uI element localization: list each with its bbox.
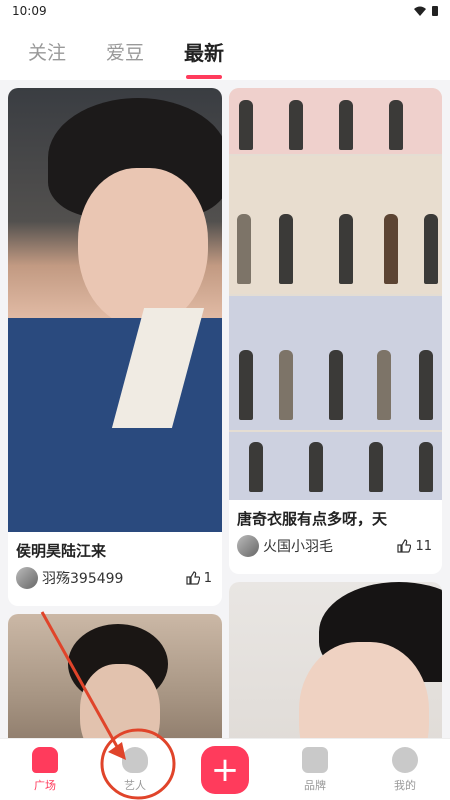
post-meta: 火国小羽毛 11: [229, 529, 442, 557]
outfit-figure: [339, 100, 353, 150]
like-button[interactable]: 11: [397, 539, 432, 554]
thumbs-up-icon: [397, 539, 412, 553]
nav-home[interactable]: 广场: [10, 746, 80, 793]
author-name: 羽殇395499: [42, 571, 124, 587]
like-count: 1: [203, 570, 212, 586]
outfit-figure: [419, 442, 433, 492]
outfit-figure: [419, 350, 433, 420]
outfit-figure: [289, 100, 303, 150]
bottom-nav: 广场 艺人 + 品牌 我的: [0, 738, 450, 800]
post-title[interactable]: 唐奇衣服有点多呀，天: [229, 500, 442, 529]
portrait-face: [78, 168, 208, 328]
fashion-band: [229, 88, 442, 154]
outfit-figure: [309, 442, 323, 492]
post-card[interactable]: 侯明昊陆江来 羽殇395499 1: [8, 88, 222, 606]
post-title[interactable]: 侯明昊陆江来: [8, 532, 222, 561]
outfit-figure: [279, 350, 293, 420]
outfit-figure: [389, 100, 403, 150]
post-meta: 羽殇395499 1: [8, 561, 222, 589]
feed: 侯明昊陆江来 羽殇395499 1 唐奇衣服有点多呀，天 火国小羽毛 11: [0, 86, 450, 738]
home-icon: [32, 746, 58, 773]
outfit-figure: [329, 350, 343, 420]
tab-idols[interactable]: 爱豆: [106, 31, 144, 71]
nav-post[interactable]: +: [190, 745, 260, 794]
nav-label: 广场: [34, 778, 56, 792]
outfit-figure: [239, 100, 253, 150]
fashion-band: [229, 156, 442, 294]
outfit-figure: [279, 214, 293, 284]
post-author[interactable]: 火国小羽毛: [237, 535, 333, 557]
post-card[interactable]: 唐奇衣服有点多呀，天 火国小羽毛 11: [229, 88, 442, 574]
post-image[interactable]: [229, 88, 442, 500]
outfit-figure: [237, 214, 251, 284]
top-tabs: 关注 爱豆 最新: [0, 22, 450, 80]
nav-profile[interactable]: 我的: [370, 746, 440, 793]
profile-icon: [392, 746, 418, 773]
thumbs-up-icon: [186, 571, 200, 585]
status-time: 10:09: [12, 4, 47, 18]
plus-icon[interactable]: +: [201, 745, 249, 794]
author-name: 火国小羽毛: [263, 539, 333, 555]
like-button[interactable]: 1: [186, 571, 212, 586]
outfit-figure: [239, 350, 253, 420]
post-author[interactable]: 羽殇395499: [16, 567, 123, 589]
portrait-face: [80, 664, 160, 738]
nav-brand[interactable]: 品牌: [280, 746, 350, 793]
brand-icon: [302, 746, 328, 773]
outfit-figure: [369, 442, 383, 492]
wifi-icon: [414, 6, 426, 16]
outfit-figure: [249, 442, 263, 492]
nav-artist[interactable]: 艺人: [100, 746, 170, 793]
outfit-figure: [424, 214, 438, 284]
post-card[interactable]: [8, 614, 222, 738]
outfit-figure: [339, 214, 353, 284]
battery-icon: [432, 6, 438, 16]
avatar[interactable]: [16, 567, 38, 589]
post-image[interactable]: [8, 88, 222, 532]
outfit-figure: [384, 214, 398, 284]
planet-icon: [122, 746, 148, 773]
like-count: 11: [415, 538, 432, 554]
status-bar: 10:09: [0, 0, 450, 22]
post-card[interactable]: [229, 582, 442, 738]
tab-latest[interactable]: 最新: [184, 31, 224, 71]
nav-label: 我的: [394, 778, 416, 792]
nav-label: 品牌: [304, 778, 326, 792]
outfit-figure: [377, 350, 391, 420]
post-image[interactable]: [8, 614, 222, 738]
tab-following[interactable]: 关注: [28, 31, 66, 71]
avatar[interactable]: [237, 535, 259, 557]
post-image[interactable]: [229, 582, 442, 738]
status-icons: [414, 6, 438, 16]
nav-label: 艺人: [124, 778, 146, 792]
